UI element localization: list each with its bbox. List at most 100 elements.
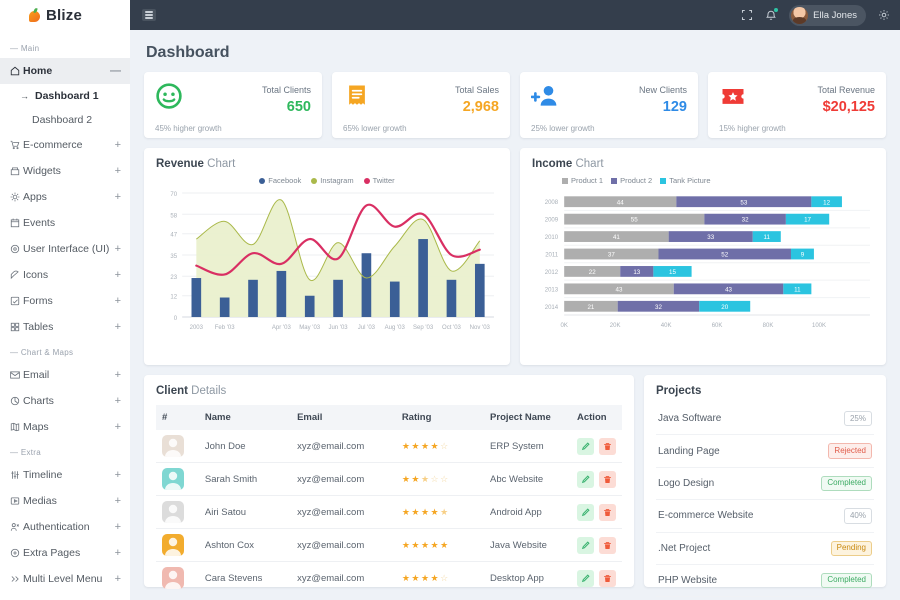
sidebar-item-ecommerce[interactable]: E-commerce + bbox=[0, 132, 130, 158]
edit-button[interactable] bbox=[577, 438, 594, 455]
edit-button[interactable] bbox=[577, 504, 594, 521]
table-row[interactable]: Ashton Coxxyz@email.com★★★★★Java Website bbox=[156, 529, 622, 562]
project-row[interactable]: E-commerce Website40% bbox=[656, 500, 874, 532]
bell-icon[interactable] bbox=[765, 9, 777, 21]
stat-value: $20,125 bbox=[817, 99, 875, 115]
nav-section-chart-maps: — Chart & Maps bbox=[0, 340, 130, 362]
sidebar-expander-charts[interactable]: + bbox=[115, 396, 121, 407]
svg-text:60K: 60K bbox=[712, 323, 723, 329]
legend-item-facebook[interactable]: Facebook bbox=[259, 176, 301, 185]
legend-item-twitter[interactable]: Twitter bbox=[364, 176, 395, 185]
sidebar-item-maps[interactable]: Maps + bbox=[0, 414, 130, 440]
table-row[interactable]: John Doexyz@email.com★★★★☆ERP System bbox=[156, 430, 622, 463]
delete-button[interactable] bbox=[599, 537, 616, 554]
col-index[interactable]: # bbox=[156, 405, 199, 430]
brand[interactable]: Blize bbox=[0, 0, 130, 30]
widgets-icon bbox=[10, 166, 23, 176]
delete-button[interactable] bbox=[599, 504, 616, 521]
legend-item-instagram[interactable]: Instagram bbox=[311, 176, 353, 185]
project-name: Landing Page bbox=[658, 446, 720, 457]
legend-item-product-2[interactable]: Product 2 bbox=[611, 176, 652, 185]
legend-label: Product 1 bbox=[571, 176, 603, 185]
sidebar-expander-forms[interactable]: + bbox=[115, 296, 121, 307]
brand-name: Blize bbox=[46, 7, 82, 24]
sidebar-expander-icons[interactable]: + bbox=[115, 270, 121, 281]
user-menu[interactable]: Ella Jones bbox=[789, 5, 866, 26]
sidebar-item-multi-level-menu[interactable]: Multi Level Menu + bbox=[0, 566, 130, 592]
sidebar-expander-maps[interactable]: + bbox=[115, 422, 121, 433]
sidebar-expander-widgets[interactable]: + bbox=[115, 166, 121, 177]
sidebar-expander-authentication[interactable]: + bbox=[115, 522, 121, 533]
sidebar-expander-extra-pages[interactable]: + bbox=[115, 548, 121, 559]
table-row[interactable]: Cara Stevensxyz@email.com★★★★☆Desktop Ap… bbox=[156, 562, 622, 595]
project-row[interactable]: Logo DesignCompleted bbox=[656, 468, 874, 500]
sidebar-item-timeline[interactable]: Timeline + bbox=[0, 462, 130, 488]
sidebar-item-icons[interactable]: Icons + bbox=[0, 262, 130, 288]
svg-text:2010: 2010 bbox=[545, 235, 559, 241]
col-project[interactable]: Project Name bbox=[484, 405, 571, 430]
sidebar-expander-multi-level-menu[interactable]: + bbox=[115, 574, 121, 585]
table-row[interactable]: Airi Satouxyz@email.com★★★★★Android App bbox=[156, 496, 622, 529]
svg-text:Jun '03: Jun '03 bbox=[328, 325, 348, 331]
svg-text:43: 43 bbox=[616, 286, 623, 293]
sidebar-item-charts[interactable]: Charts + bbox=[0, 388, 130, 414]
edit-button[interactable] bbox=[577, 570, 594, 587]
nav-section-extra: — Extra bbox=[0, 440, 130, 462]
rating-stars: ★★★★★ bbox=[402, 507, 478, 518]
delete-button[interactable] bbox=[599, 438, 616, 455]
fullscreen-icon[interactable] bbox=[741, 9, 753, 21]
delete-button[interactable] bbox=[599, 570, 616, 587]
sidebar-item-home[interactable]: Home — bbox=[0, 58, 130, 84]
stat-card-total-revenue: Total Revenue $20,125 15% higher growth bbox=[708, 72, 886, 138]
legend-swatch bbox=[660, 178, 666, 184]
table-cell-name: Cara Stevens bbox=[199, 562, 291, 595]
table-row[interactable]: Sarah Smithxyz@email.com★★★☆☆Abc Website bbox=[156, 463, 622, 496]
sidebar-item-extra-pages[interactable]: Extra Pages + bbox=[0, 540, 130, 566]
sidebar-expander-user-interface[interactable]: + bbox=[115, 244, 121, 255]
sidebar-expander-email[interactable]: + bbox=[115, 370, 121, 381]
sidebar-expander-home[interactable]: — bbox=[110, 66, 121, 77]
legend-item-product-1[interactable]: Product 1 bbox=[562, 176, 603, 185]
sidebar-item-widgets[interactable]: Widgets + bbox=[0, 158, 130, 184]
sidebar-expander-ecommerce[interactable]: + bbox=[115, 140, 121, 151]
avatar-ashton-cox bbox=[162, 534, 184, 556]
sidebar-item-medias[interactable]: Medias + bbox=[0, 488, 130, 514]
sidebar-expander-timeline[interactable]: + bbox=[115, 470, 121, 481]
client-details-card: Client Details # Name Email Rating Proje… bbox=[144, 375, 634, 587]
sidebar-item-authentication[interactable]: Authentication + bbox=[0, 514, 130, 540]
edit-button[interactable] bbox=[577, 537, 594, 554]
sidebar-item-events[interactable]: Events bbox=[0, 210, 130, 236]
svg-text:2011: 2011 bbox=[545, 253, 559, 259]
rating-stars: ★★★★☆ bbox=[402, 573, 478, 584]
sidebar-item-dashboard-1[interactable]: → Dashboard 1 bbox=[0, 84, 130, 108]
delete-button[interactable] bbox=[599, 471, 616, 488]
legend-item-tank-picture[interactable]: Tank Picture bbox=[660, 176, 710, 185]
sidebar-item-apps[interactable]: Apps + bbox=[0, 184, 130, 210]
col-rating[interactable]: Rating bbox=[396, 405, 484, 430]
star-icon: ☆ bbox=[440, 474, 448, 485]
project-row[interactable]: Landing PageRejected bbox=[656, 435, 874, 467]
col-name[interactable]: Name bbox=[199, 405, 291, 430]
col-action[interactable]: Action bbox=[571, 405, 622, 430]
sidebar-item-label-forms: Forms bbox=[23, 295, 115, 307]
sidebar-item-dashboard-2[interactable]: Dashboard 2 bbox=[0, 108, 130, 132]
menu-toggle-button[interactable] bbox=[142, 9, 156, 21]
legend-label: Tank Picture bbox=[669, 176, 710, 185]
project-row[interactable]: PHP WebsiteCompleted bbox=[656, 565, 874, 597]
sidebar-item-forms[interactable]: Forms + bbox=[0, 288, 130, 314]
edit-button[interactable] bbox=[577, 471, 594, 488]
gear-icon[interactable] bbox=[878, 9, 890, 21]
sidebar-expander-apps[interactable]: + bbox=[115, 192, 121, 203]
status-badge: Completed bbox=[821, 573, 872, 588]
sidebar-item-email[interactable]: Email + bbox=[0, 362, 130, 388]
status-badge: Completed bbox=[821, 476, 872, 491]
project-row[interactable]: Java Software25% bbox=[656, 403, 874, 435]
project-row[interactable]: .Net ProjectPending bbox=[656, 533, 874, 565]
sidebar-expander-tables[interactable]: + bbox=[115, 322, 121, 333]
svg-text:37: 37 bbox=[608, 252, 615, 259]
sidebar-expander-medias[interactable]: + bbox=[115, 496, 121, 507]
col-email[interactable]: Email bbox=[291, 405, 396, 430]
sidebar-item-tables[interactable]: Tables + bbox=[0, 314, 130, 340]
svg-text:47: 47 bbox=[170, 233, 177, 239]
sidebar-item-user-interface[interactable]: User Interface (UI) + bbox=[0, 236, 130, 262]
